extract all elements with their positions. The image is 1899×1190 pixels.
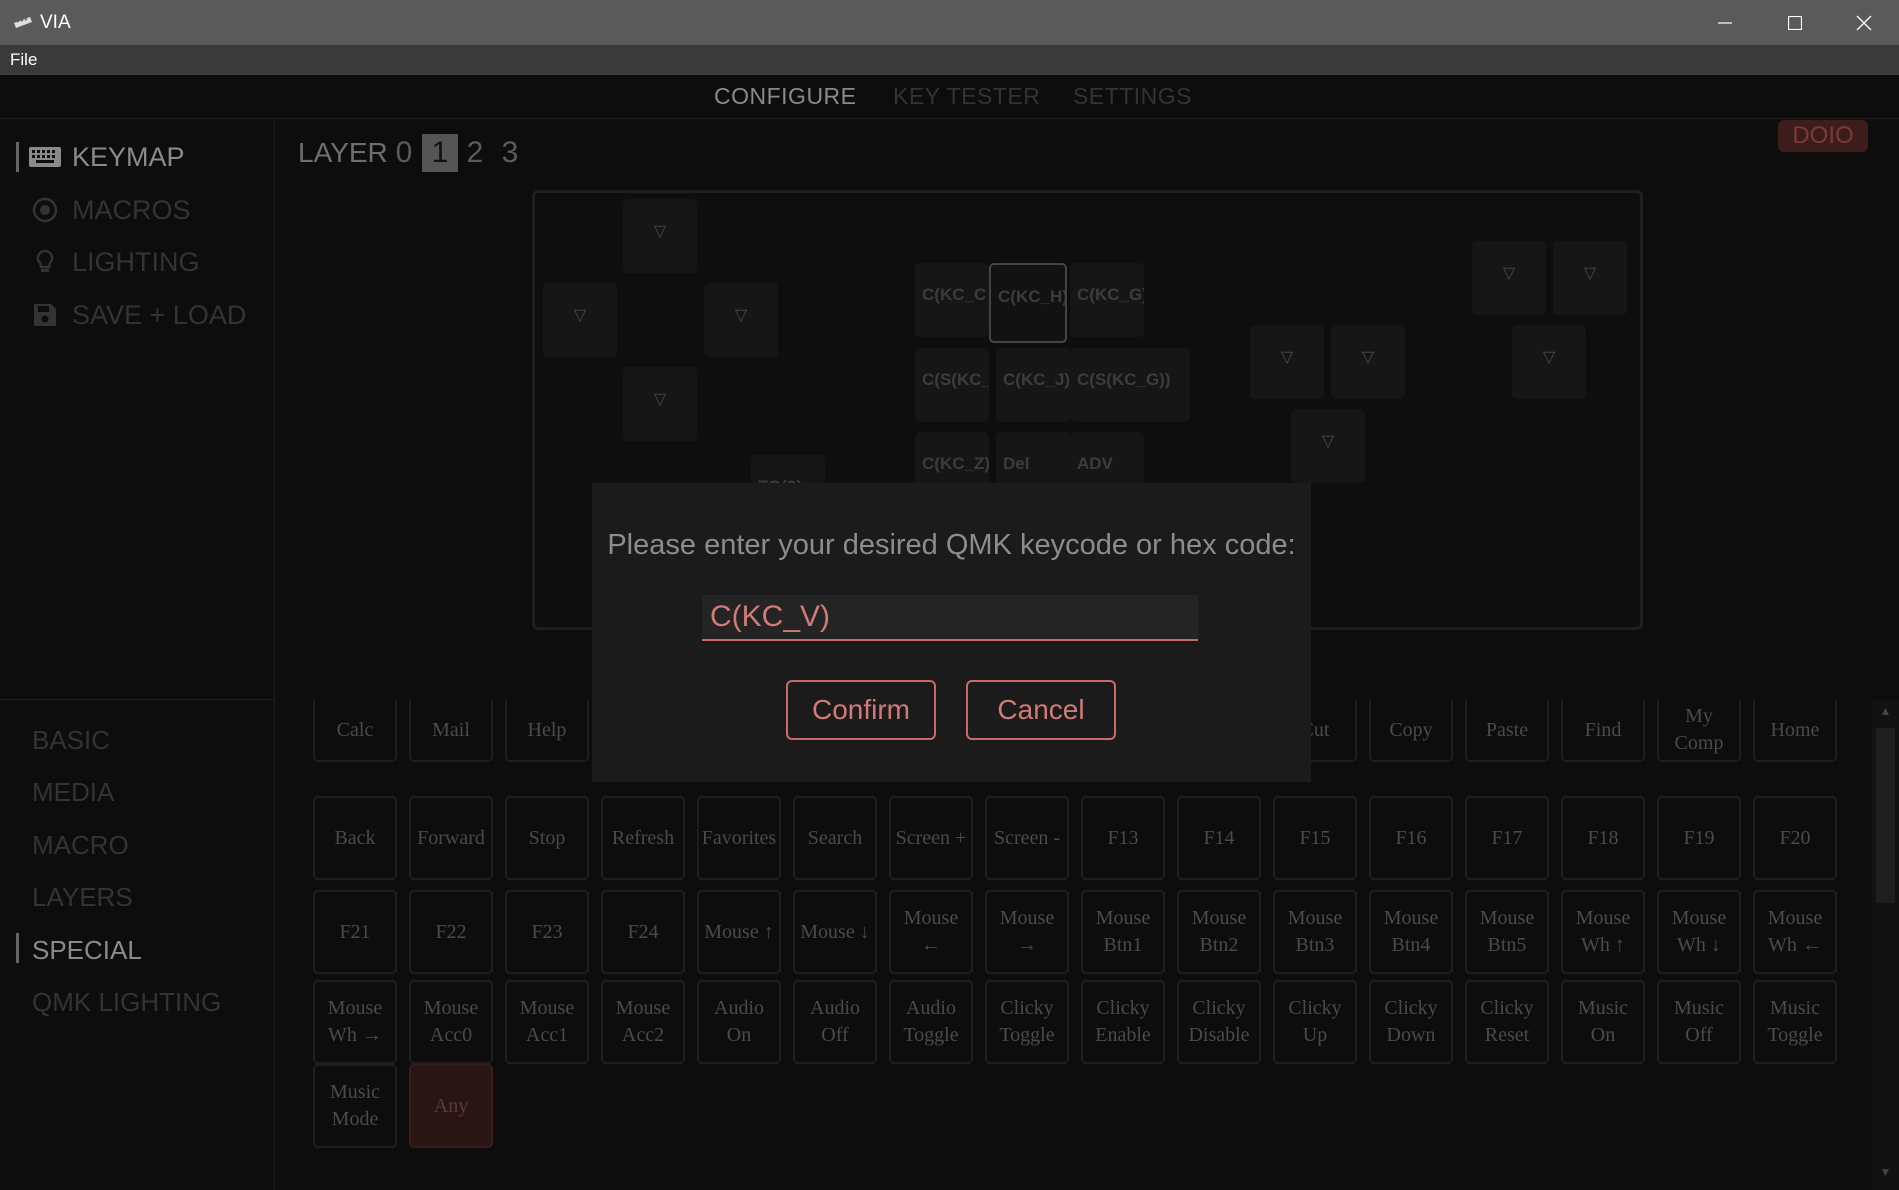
window-title: VIA — [40, 12, 71, 33]
maximize-icon — [1788, 15, 1802, 30]
title-bar: VIA — [0, 0, 1899, 45]
menu-bar: File — [0, 45, 1899, 75]
keyboard-app-icon — [14, 17, 32, 28]
cancel-button[interactable]: Cancel — [966, 680, 1116, 740]
top-nav: CONFIGURE KEY TESTER SETTINGS — [0, 75, 1899, 119]
tab-key-tester[interactable]: KEY TESTER — [893, 83, 1040, 110]
dialog-prompt: Please enter your desired QMK keycode or… — [607, 529, 1296, 561]
tab-configure[interactable]: CONFIGURE — [714, 83, 857, 110]
maximize-button[interactable] — [1760, 0, 1830, 45]
via-app-window: VIA File CONFIGURE KEY TESTER SETTINGS K… — [0, 0, 1899, 1190]
tab-settings[interactable]: SETTINGS — [1073, 83, 1192, 110]
close-icon — [1856, 15, 1872, 30]
close-button[interactable] — [1829, 0, 1899, 45]
keycode-input-dialog: Please enter your desired QMK keycode or… — [592, 483, 1311, 782]
minimize-icon — [1718, 21, 1732, 24]
minimize-button[interactable] — [1690, 0, 1760, 45]
keycode-input[interactable] — [702, 595, 1198, 641]
confirm-button[interactable]: Confirm — [786, 680, 936, 740]
menu-file[interactable]: File — [10, 50, 37, 70]
